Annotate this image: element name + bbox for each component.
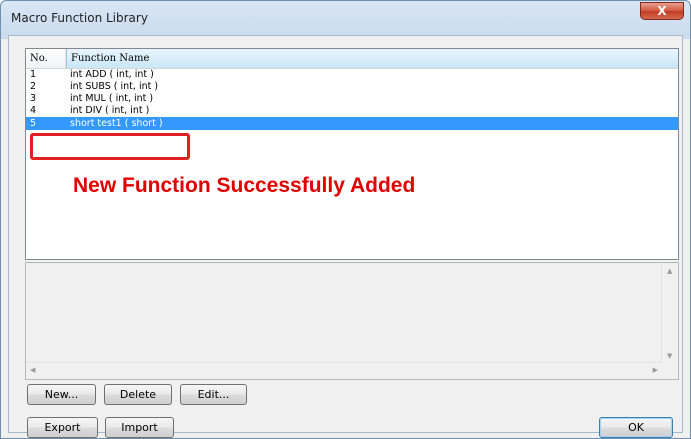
scroll-right-icon[interactable]: ▶ bbox=[653, 366, 658, 374]
row-function-name: int DIV ( int, int ) bbox=[70, 105, 150, 116]
macro-function-library-window: Macro Function Library X No. Function Na… bbox=[0, 0, 691, 439]
row-function-name: short test1 ( short ) bbox=[70, 118, 163, 129]
scroll-up-icon[interactable]: ▲ bbox=[667, 267, 672, 275]
list-row[interactable]: 1 int ADD ( int, int ) bbox=[26, 69, 678, 81]
list-row[interactable]: 4 int DIV ( int, int ) bbox=[26, 105, 678, 117]
scroll-left-icon[interactable]: ◀ bbox=[30, 366, 35, 374]
window-title: Macro Function Library bbox=[11, 11, 148, 25]
row-function-name: int MUL ( int, int ) bbox=[70, 93, 154, 104]
row-number: 1 bbox=[30, 69, 37, 80]
row-number: 5 bbox=[30, 118, 37, 129]
import-button[interactable]: Import bbox=[105, 417, 174, 438]
ok-button[interactable]: OK bbox=[599, 417, 673, 438]
annotation-text: New Function Successfully Added bbox=[73, 174, 416, 197]
vertical-scrollbar[interactable]: ▲ ▼ bbox=[661, 263, 678, 363]
edit-button[interactable]: Edit... bbox=[180, 384, 247, 405]
column-header-no[interactable]: No. bbox=[26, 49, 66, 68]
dialog-body: No. Function Name 1 int ADD ( int, int )… bbox=[8, 35, 683, 438]
scroll-down-icon[interactable]: ▼ bbox=[667, 352, 672, 360]
close-icon: X bbox=[657, 4, 667, 18]
list-row[interactable]: 2 int SUBS ( int, int ) bbox=[26, 81, 678, 93]
list-header: No. Function Name bbox=[26, 49, 678, 69]
new-button[interactable]: New... bbox=[27, 384, 96, 405]
row-number: 3 bbox=[30, 93, 37, 104]
list-row[interactable]: 3 int MUL ( int, int ) bbox=[26, 93, 678, 105]
list-row-selected[interactable]: 5 short test1 ( short ) bbox=[26, 117, 678, 130]
row-function-name: int SUBS ( int, int ) bbox=[70, 81, 159, 92]
list-rows: 1 int ADD ( int, int ) 2 int SUBS ( int,… bbox=[26, 69, 678, 130]
highlight-callout-box bbox=[30, 133, 190, 160]
close-button[interactable]: X bbox=[640, 2, 684, 20]
title-bar[interactable]: Macro Function Library X bbox=[1, 1, 690, 35]
row-number: 4 bbox=[30, 105, 37, 116]
column-header-function-name[interactable]: Function Name bbox=[66, 49, 678, 68]
horizontal-scrollbar[interactable]: ◀ ▶ bbox=[26, 362, 662, 379]
function-list[interactable]: No. Function Name 1 int ADD ( int, int )… bbox=[25, 48, 679, 260]
function-description-pane[interactable]: ▲ ▼ ◀ ▶ bbox=[25, 262, 679, 380]
row-function-name: int ADD ( int, int ) bbox=[70, 69, 154, 80]
row-number: 2 bbox=[30, 81, 37, 92]
export-button[interactable]: Export bbox=[27, 417, 98, 438]
delete-button[interactable]: Delete bbox=[104, 384, 172, 405]
